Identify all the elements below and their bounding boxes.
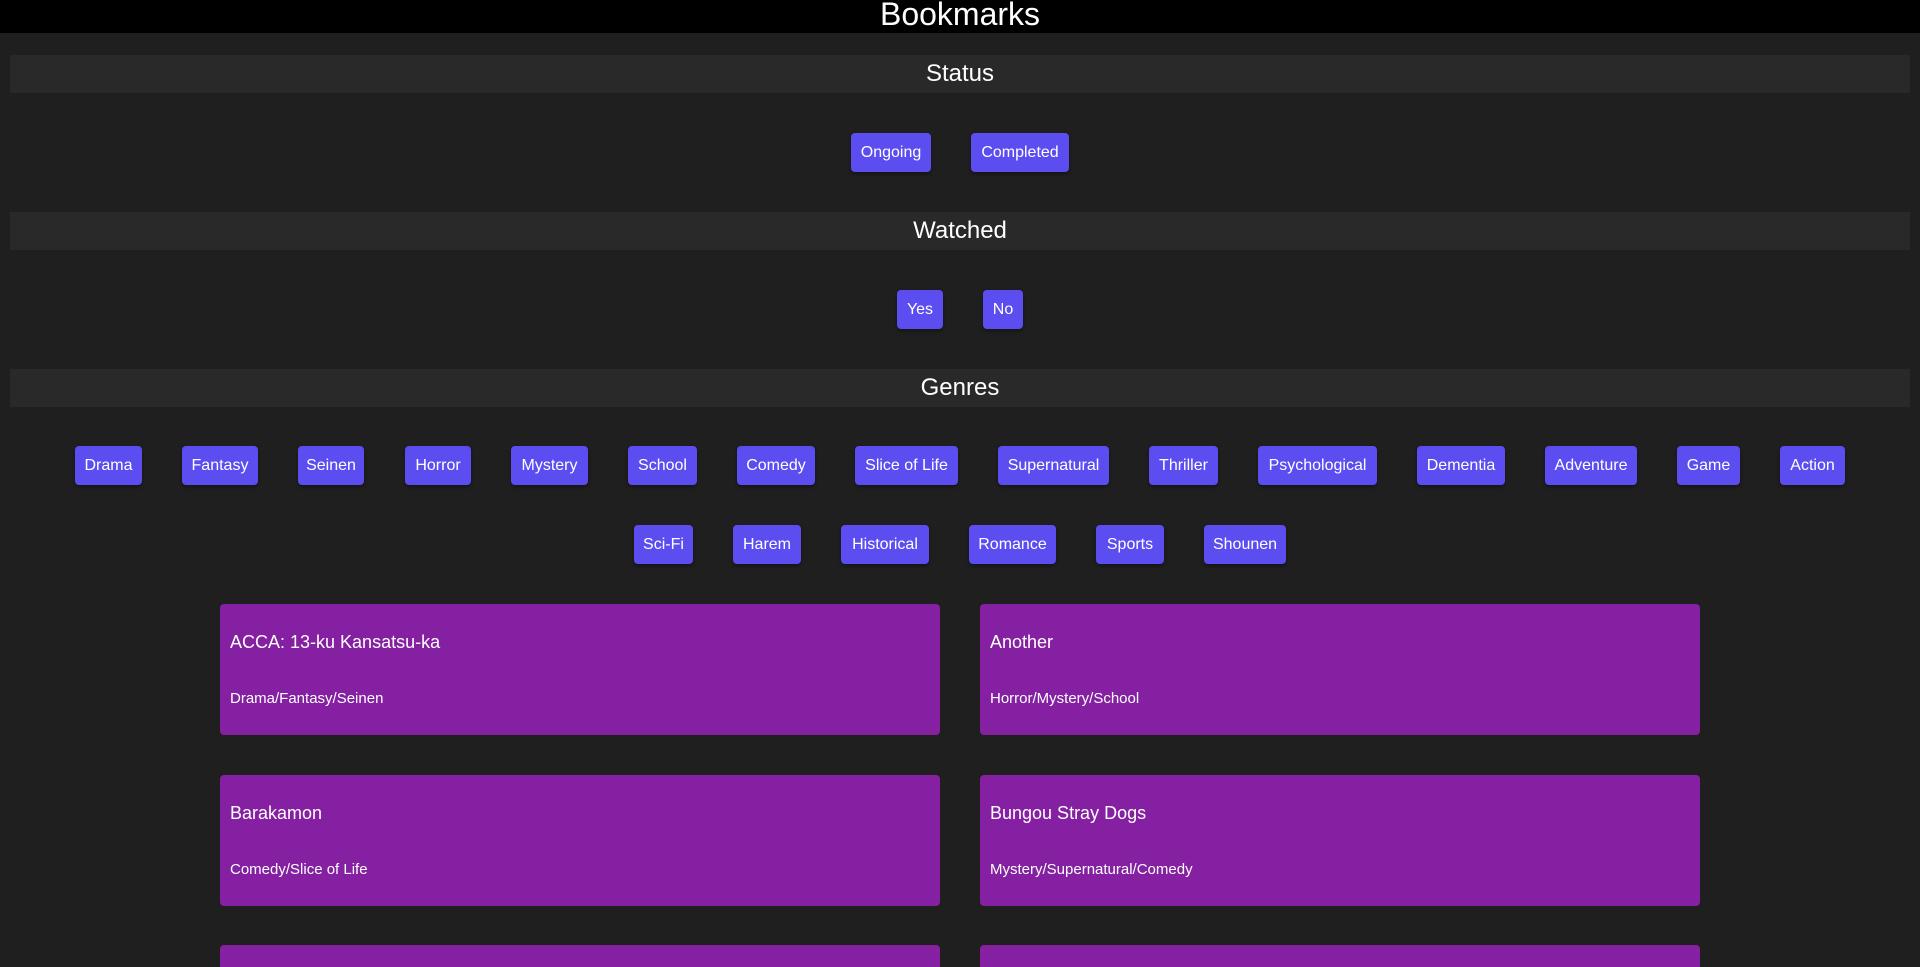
genre-adventure-button[interactable]: Adventure	[1545, 446, 1637, 485]
card-title: Barakamon	[230, 803, 323, 823]
page-title: Bookmarks	[879, 0, 1041, 32]
genre-slice-of-life-button[interactable]: Slice of Life	[855, 446, 958, 485]
genre-shounen-button[interactable]: Shounen	[1204, 525, 1286, 564]
genre-historical-button[interactable]: Historical	[841, 525, 929, 564]
genre-supernatural-button[interactable]: Supernatural	[998, 446, 1109, 485]
card-genres: Mystery/Supernatural/Comedy	[990, 861, 1193, 878]
card-title: ACCA: 13-ku Kansatsu-ka	[230, 632, 441, 652]
genre-comedy-button[interactable]: Comedy	[737, 446, 815, 485]
genre-sci-fi-button[interactable]: Sci-Fi	[634, 525, 693, 564]
genre-drama-button[interactable]: Drama	[75, 446, 142, 485]
filter-status-ongoing[interactable]: Ongoing	[851, 133, 931, 172]
filter-status-completed[interactable]: Completed	[971, 133, 1069, 172]
genre-dementia-button[interactable]: Dementia	[1417, 446, 1505, 485]
genres-section-title: Genres	[10, 369, 1910, 407]
status-section-title: Status	[10, 55, 1910, 93]
genre-psychological-button[interactable]: Psychological	[1258, 446, 1377, 485]
anime-card[interactable]	[980, 945, 1700, 967]
genre-harem-button[interactable]: Harem	[733, 525, 801, 564]
anime-card[interactable]: Another Horror/Mystery/School	[980, 604, 1700, 735]
anime-card[interactable]: ACCA: 13-ku Kansatsu-ka Drama/Fantasy/Se…	[220, 604, 940, 735]
card-genres: Drama/Fantasy/Seinen	[230, 690, 384, 707]
card-title: Another	[990, 632, 1054, 652]
genre-game-button[interactable]: Game	[1677, 446, 1740, 485]
genre-fantasy-button[interactable]: Fantasy	[182, 446, 258, 485]
genre-sports-button[interactable]: Sports	[1096, 525, 1164, 564]
genre-seinen-button[interactable]: Seinen	[298, 446, 364, 485]
genre-thriller-button[interactable]: Thriller	[1149, 446, 1218, 485]
genre-romance-button[interactable]: Romance	[969, 525, 1056, 564]
filter-watched-no[interactable]: No	[983, 290, 1023, 329]
card-genres: Horror/Mystery/School	[990, 690, 1140, 707]
genre-school-button[interactable]: School	[628, 446, 697, 485]
watched-section-title: Watched	[10, 212, 1910, 250]
anime-card[interactable]	[220, 945, 940, 967]
card-title: Bungou Stray Dogs	[990, 803, 1147, 823]
page-header: Bookmarks	[0, 0, 1920, 33]
genre-action-button[interactable]: Action	[1780, 446, 1845, 485]
filter-watched-yes[interactable]: Yes	[897, 290, 943, 329]
card-genres: Comedy/Slice of Life	[230, 861, 368, 878]
anime-card[interactable]: Bungou Stray Dogs Mystery/Supernatural/C…	[980, 775, 1700, 906]
genre-mystery-button[interactable]: Mystery	[511, 446, 588, 485]
anime-card[interactable]: Barakamon Comedy/Slice of Life	[220, 775, 940, 906]
genre-horror-button[interactable]: Horror	[405, 446, 471, 485]
